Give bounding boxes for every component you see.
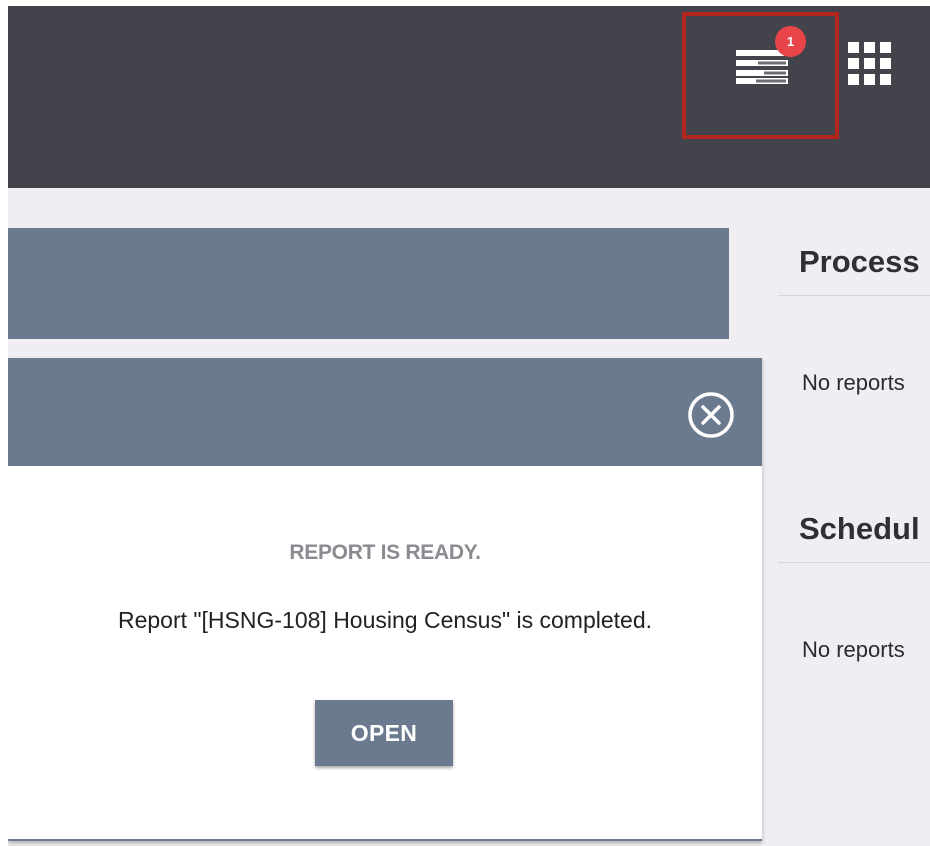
scheduled-section-title: Schedul	[799, 511, 920, 546]
open-report-button[interactable]: OPEN	[315, 700, 453, 766]
reports-queue-button[interactable]: 1	[727, 26, 806, 98]
processing-section-title: Process	[799, 244, 920, 279]
processing-divider	[778, 295, 930, 296]
reports-stack-icon	[736, 50, 788, 84]
background-card-header	[8, 228, 729, 339]
scheduled-divider	[778, 562, 930, 563]
processing-empty-text: No reports	[802, 370, 905, 395]
dialog-header	[8, 358, 762, 466]
notification-badge: 1	[775, 26, 806, 57]
app-screen: 1 Process No reports Schedul No reports	[0, 0, 930, 846]
apps-grid-icon	[848, 42, 891, 85]
dialog-title: REPORT IS READY.	[289, 541, 481, 564]
apps-launcher-button[interactable]	[846, 40, 894, 88]
dialog-message: Report "[HSNG-108] Housing Census" is co…	[117, 607, 653, 633]
close-circle-icon	[688, 392, 734, 438]
scheduled-empty-text: No reports	[802, 637, 905, 662]
dialog-close-button[interactable]	[685, 389, 737, 441]
left-edge	[0, 0, 8, 846]
report-ready-dialog: REPORT IS READY. Report "[HSNG-108] Hous…	[8, 358, 762, 841]
top-edge	[0, 0, 930, 6]
